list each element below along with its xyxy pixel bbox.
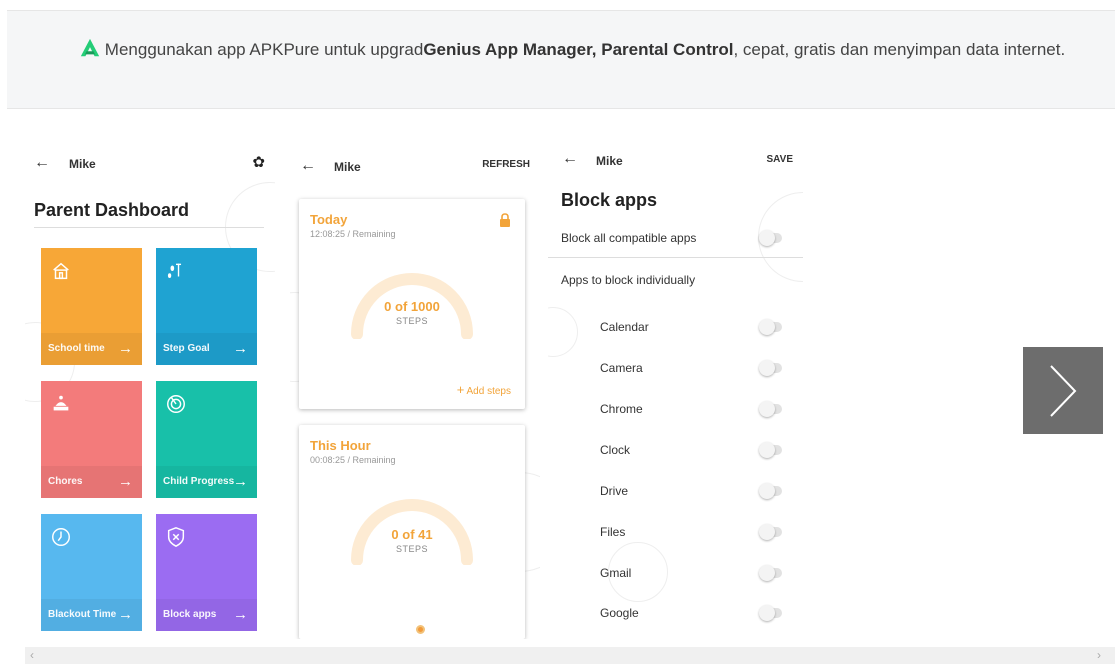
banner-message: Menggunakan app APKPure untuk upgradGeni… — [47, 36, 1097, 64]
user-name: Mike — [334, 160, 361, 174]
tile-label: Step Goal — [163, 343, 210, 354]
scroll-right-icon[interactable]: › — [1097, 648, 1101, 662]
back-arrow-icon[interactable]: ← — [300, 157, 316, 175]
tile-step-goal[interactable]: Step Goal → — [156, 248, 257, 365]
steps-unit: STEPS — [395, 316, 428, 326]
back-arrow-icon[interactable]: ← — [34, 154, 50, 172]
app-toggle-calendar[interactable] — [759, 319, 782, 335]
block-all-label: Block all compatible apps — [561, 231, 697, 245]
save-button[interactable]: SAVE — [767, 154, 794, 165]
tile-block-apps[interactable]: Block apps → — [156, 514, 257, 631]
tile-school-time[interactable]: School time → — [41, 248, 142, 365]
app-label-files: Files — [600, 525, 626, 539]
arrow-right-icon: → — [118, 606, 133, 623]
refresh-button[interactable]: REFRESH — [482, 159, 530, 170]
app-label-camera: Camera — [600, 361, 643, 375]
tile-child-progress[interactable]: Child Progress → — [156, 381, 257, 498]
card-subtitle: 12:08:25 / Remaining — [310, 229, 396, 239]
hour-steps-card: This Hour 00:08:25 / Remaining 0 of 41 S… — [299, 425, 525, 639]
block-all-toggle[interactable] — [759, 230, 782, 246]
apkpure-logo-icon — [80, 38, 99, 57]
arrow-right-icon: → — [118, 340, 133, 357]
shield-icon — [165, 526, 187, 554]
add-steps-button[interactable]: + Add steps — [457, 382, 511, 397]
clock-icon — [50, 526, 72, 554]
app-toggle-chrome[interactable] — [759, 401, 782, 417]
tile-label: Child Progress — [163, 476, 235, 487]
arrow-right-icon: → — [118, 473, 133, 490]
app-label-chrome: Chrome — [600, 402, 643, 416]
app-toggle-files[interactable] — [759, 524, 782, 540]
banner-text-suffix: , cepat, gratis dan menyimpan data inter… — [733, 40, 1066, 59]
footsteps-icon — [165, 260, 187, 288]
steps-header: ← Mike REFRESH — [290, 142, 540, 182]
app-label-calendar: Calendar — [600, 320, 649, 334]
steps-unit: STEPS — [395, 544, 428, 554]
card-subtitle: 00:08:25 / Remaining — [310, 455, 396, 465]
app-toggle-gmail[interactable] — [759, 565, 782, 581]
tile-label: School time — [48, 343, 105, 354]
lock-icon[interactable] — [499, 213, 511, 227]
tile-label: Chores — [48, 476, 83, 487]
app-toggle-camera[interactable] — [759, 360, 782, 376]
user-name: Mike — [596, 154, 623, 168]
scroll-left-icon[interactable]: ‹ — [30, 648, 34, 662]
today-steps-card: Today 12:08:25 / Remaining 0 of 1000 STE… — [299, 199, 525, 409]
user-name: Mike — [69, 157, 96, 171]
horizontal-scrollbar[interactable]: ‹ › — [25, 647, 1115, 664]
steps-value: 0 of 1000 — [384, 299, 440, 314]
tile-chores[interactable]: Chores → — [41, 381, 142, 498]
app-label-google: Google — [600, 606, 639, 620]
chores-icon — [50, 393, 72, 421]
steps-value: 0 of 41 — [391, 527, 433, 542]
app-toggle-clock[interactable] — [759, 442, 782, 458]
screenshot-block-apps: ← Mike SAVE Block apps Block all compati… — [548, 142, 803, 639]
arrow-right-icon: → — [233, 606, 248, 623]
school-icon — [50, 260, 72, 288]
individual-header: Apps to block individually — [561, 273, 696, 287]
app-label-gmail: Gmail — [600, 566, 632, 580]
tile-label: Block apps — [163, 609, 217, 620]
card-title: Today — [310, 212, 348, 227]
screenshot-steps: ← Mike REFRESH Today 12:08:25 / Remainin… — [290, 142, 540, 639]
app-label-clock: Clock — [600, 443, 631, 457]
progress-icon — [165, 393, 187, 421]
page-title: Block apps — [561, 190, 658, 210]
app-label-drive: Drive — [600, 484, 629, 498]
tile-label: Blackout Time — [48, 609, 117, 620]
screenshot-parent-dashboard: ← Mike ✿ Parent Dashboard School time → … — [25, 142, 275, 639]
pager-dot[interactable] — [416, 625, 425, 634]
banner-text-prefix: Menggunakan app APKPure untuk upgrad — [104, 40, 424, 59]
card-title: This Hour — [310, 438, 371, 453]
block-apps-header: ← Mike SAVE — [548, 142, 803, 182]
chevron-right-icon — [1050, 364, 1077, 417]
gear-icon[interactable]: ✿ — [252, 153, 265, 171]
next-screenshot-button[interactable] — [1023, 347, 1103, 434]
banner-app-name[interactable]: Genius App Manager, Parental Control — [423, 40, 733, 59]
arrow-right-icon: → — [233, 473, 248, 490]
page-title: Parent Dashboard — [34, 200, 190, 220]
back-arrow-icon[interactable]: ← — [562, 150, 578, 168]
arrow-right-icon: → — [233, 340, 248, 357]
app-toggle-drive[interactable] — [759, 483, 782, 499]
dashboard-header: ← Mike ✿ — [25, 142, 275, 182]
tile-blackout-time[interactable]: Blackout Time → — [41, 514, 142, 631]
apkpure-banner: Menggunakan app APKPure untuk upgradGeni… — [7, 10, 1115, 109]
title-divider — [34, 227, 264, 228]
app-toggle-google[interactable] — [759, 605, 782, 621]
plus-icon: + — [456, 382, 465, 397]
